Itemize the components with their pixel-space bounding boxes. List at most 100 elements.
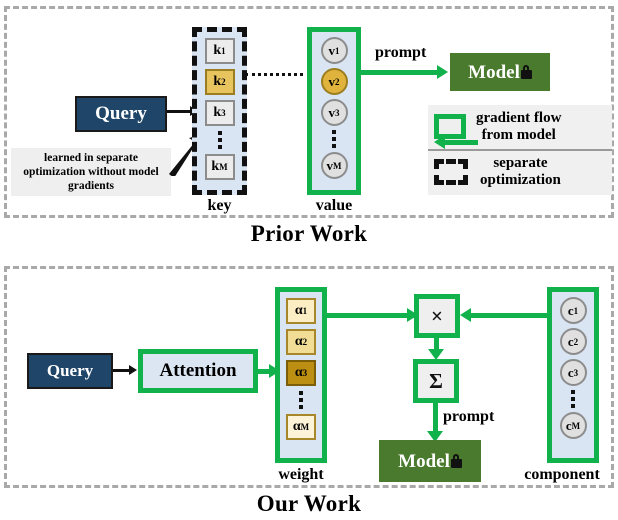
weight-cell-1-text: α xyxy=(294,303,303,318)
legend-box: gradient flow from model separate optimi… xyxy=(428,105,612,195)
key-column: k1 k2 k3 kM xyxy=(192,27,247,195)
component-circle-1-sub: 1 xyxy=(573,305,579,316)
ours-prompt-label-text: prompt xyxy=(443,408,495,425)
key-cell-1-text: k xyxy=(213,43,222,58)
legend-separate-line1: separate xyxy=(493,155,548,171)
legend-gradient-flow-text: gradient flow from model xyxy=(476,110,561,143)
legend-gradient-flow-row: gradient flow from model xyxy=(434,110,610,143)
prior-annotation: learned in separate optimization without… xyxy=(11,148,171,197)
value-to-model-line xyxy=(359,70,439,75)
value-column-label-text: value xyxy=(315,197,353,214)
weight-column-ellipsis xyxy=(299,391,303,409)
component-to-multiply-line xyxy=(469,313,551,318)
weight-cell-3-sub: 3 xyxy=(302,368,308,378)
sum-box: Σ xyxy=(413,359,459,403)
our-work-title: Our Work xyxy=(0,491,618,517)
value-circle-1-sub: 1 xyxy=(335,45,340,56)
ours-query-box: Query xyxy=(27,353,113,389)
query-to-key-line xyxy=(167,110,192,113)
value-to-model-arrowhead xyxy=(437,65,448,79)
prior-model-label: Model xyxy=(468,61,520,83)
legend-separator xyxy=(428,149,612,151)
prior-work-title-text: Prior Work xyxy=(250,221,368,246)
prior-annotation-text: learned in separate optimization without… xyxy=(23,152,159,193)
weight-cell-2: α2 xyxy=(286,329,316,355)
key-cell-2-text: k xyxy=(213,74,222,89)
key-to-value-dotted-line xyxy=(245,73,310,76)
legend-gradient-arrow-line xyxy=(445,140,478,145)
component-column-label-text: component xyxy=(524,466,600,483)
component-column: c1 c2 c3 cM xyxy=(547,287,599,463)
key-cell-1: k1 xyxy=(204,38,235,64)
lock-icon xyxy=(520,65,532,79)
weight-cell-m: αM xyxy=(286,414,316,440)
legend-gradient-arrowhead xyxy=(434,135,445,149)
sum-symbol: Σ xyxy=(429,368,443,393)
legend-separate-line2: optimization xyxy=(480,171,561,188)
ours-prompt-label: prompt xyxy=(443,408,494,426)
legend-gradient-line1: gradient flow xyxy=(476,110,562,126)
value-circle-3: v3 xyxy=(320,99,348,126)
legend-gradient-line2: from model xyxy=(481,126,556,143)
query-to-attention-arrowhead xyxy=(129,365,137,375)
multiply-symbol: × xyxy=(431,303,443,328)
value-column-ellipsis xyxy=(332,130,336,148)
weight-column-label: weight xyxy=(265,466,337,484)
value-circle-1: v1 xyxy=(320,37,348,64)
component-column-ellipsis xyxy=(571,390,575,408)
value-circle-m-sub: M xyxy=(333,160,342,171)
prior-query-label: Query xyxy=(95,103,147,124)
multiply-box: × xyxy=(414,294,460,338)
value-circle-2-sub: 2 xyxy=(335,76,340,87)
weight-cell-m-sub: M xyxy=(300,422,310,432)
weight-column: α1 α2 α3 αM xyxy=(275,287,327,463)
weight-column-label-text: weight xyxy=(278,466,324,483)
value-column: v1 v2 v3 vM xyxy=(307,27,361,195)
weight-cell-1: α1 xyxy=(286,298,316,324)
value-circle-3-sub: 3 xyxy=(335,107,340,118)
key-column-ellipsis xyxy=(217,131,222,149)
component-circle-m-sub: M xyxy=(571,420,581,431)
key-cell-m-sub: M xyxy=(219,162,228,172)
weight-cell-1-sub: 1 xyxy=(302,306,308,316)
prior-prompt-label-text: prompt xyxy=(375,44,427,61)
legend-separate-opt-text: separate optimization xyxy=(480,155,561,188)
dashed-border-swatch-icon xyxy=(434,158,468,185)
value-circle-m: vM xyxy=(320,152,348,179)
key-cell-3-text: k xyxy=(213,105,222,120)
attention-label: Attention xyxy=(159,360,237,381)
component-circle-m: cM xyxy=(559,412,587,439)
prior-model-box: Model xyxy=(450,53,550,91)
prior-work-title: Prior Work xyxy=(0,221,618,247)
key-column-label-text: key xyxy=(207,197,232,214)
prior-query-box: Query xyxy=(75,96,167,132)
weight-cell-3: α3 xyxy=(286,360,316,386)
weight-to-multiply-line xyxy=(325,313,415,318)
key-cell-3: k3 xyxy=(204,100,235,126)
key-cell-2-sub: 2 xyxy=(221,77,226,87)
weight-cell-3-text: α xyxy=(294,365,303,380)
component-circle-3-sub: 3 xyxy=(573,367,579,378)
key-cell-m: kM xyxy=(204,154,235,180)
value-circle-2: v2 xyxy=(320,68,348,95)
key-cell-m-text: k xyxy=(211,159,220,174)
ours-model-label: Model xyxy=(398,450,450,472)
component-to-multiply-arrowhead xyxy=(460,308,471,322)
our-work-title-text: Our Work xyxy=(256,491,362,516)
component-circle-1: c1 xyxy=(559,297,587,324)
legend-separate-opt-row: separate optimization xyxy=(434,155,610,188)
prior-prompt-label: prompt xyxy=(375,44,426,62)
prior-work-panel: Query learned in separate optimization w… xyxy=(4,6,614,218)
key-cell-2: k2 xyxy=(204,69,235,95)
component-circle-2-sub: 2 xyxy=(573,336,579,347)
ours-query-label: Query xyxy=(46,361,94,380)
component-circle-3: c3 xyxy=(559,359,587,386)
value-column-label: value xyxy=(303,197,365,215)
lock-icon xyxy=(450,454,462,468)
weight-cell-m-text: α xyxy=(292,419,301,434)
key-cell-3-sub: 3 xyxy=(221,108,226,118)
key-column-label: key xyxy=(192,197,247,215)
key-cell-1-sub: 1 xyxy=(221,46,226,56)
weight-cell-2-sub: 2 xyxy=(302,337,308,347)
weight-cell-2-text: α xyxy=(294,334,303,349)
